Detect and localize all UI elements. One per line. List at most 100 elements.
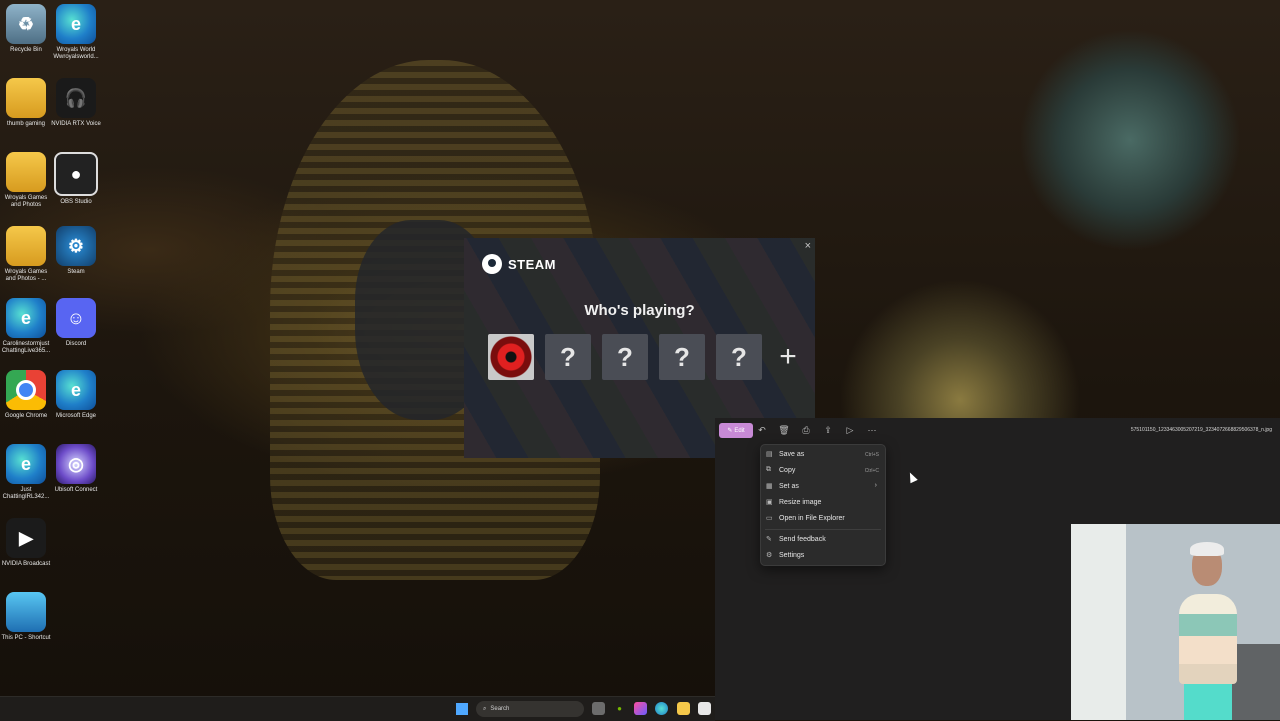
discord-icon: ☺ (56, 298, 96, 338)
edge-icon[interactable] (655, 702, 668, 715)
desktop-icon-label: Wroyals Games and Photos - ... (4, 269, 48, 282)
steam-logo-icon (482, 254, 502, 274)
webcam-person (1184, 679, 1232, 720)
profile-slot-unknown[interactable]: ? (659, 334, 705, 380)
desktop-icon-ubisoft-connect[interactable]: ◎ Ubisoft Connect (50, 444, 102, 494)
desktop-icon-edge-link-3[interactable]: e Just ChattingIRL342... (0, 444, 52, 501)
desktop-icon-label: NVIDIA RTX Voice (51, 121, 101, 127)
menu-item-shortcut: Ctrl+C (864, 468, 879, 474)
share-icon[interactable]: ⇪ (821, 423, 835, 437)
webcam-person (1190, 542, 1224, 556)
task-view-icon[interactable] (592, 702, 605, 715)
feedback-icon: ✎ (766, 536, 772, 543)
edge-icon: e (56, 4, 96, 44)
save-icon: ▤ (766, 451, 773, 458)
menu-item-label: Save as (779, 451, 805, 458)
more-options-icon[interactable]: ⋯ (865, 423, 879, 437)
menu-item-open-in-file-explorer[interactable]: ▭ Open in File Explorer (761, 512, 885, 526)
obs-icon: ● (54, 152, 98, 196)
desktop-icon-label: Discord (65, 341, 87, 347)
desktop-icon-label: Carolinestormjust ChattingLive365... (1, 341, 51, 354)
profile-slot-unknown[interactable]: ? (602, 334, 648, 380)
menu-item-label: Settings (779, 552, 805, 559)
steam-brand-text: STEAM (508, 256, 556, 272)
menu-separator (765, 529, 881, 530)
copy-icon: ⧉ (766, 466, 771, 473)
desktop-icon-label: Google Chrome (4, 413, 48, 419)
monitor-icon (6, 592, 46, 632)
nvidia-broadcast-icon: ▶ (6, 518, 46, 558)
edit-button[interactable]: ✎ Edit (719, 423, 753, 438)
close-icon[interactable]: × (805, 240, 811, 252)
desktop-icon-this-pc[interactable]: This PC - Shortcut (0, 592, 52, 642)
menu-item-label: Set as (779, 483, 799, 490)
desktop-icon-edge-link[interactable]: e Wroyals World Wwroyalsworld... (50, 4, 102, 61)
file-explorer-icon[interactable] (677, 702, 690, 715)
desktop-icon-label: Ubisoft Connect (54, 487, 98, 493)
chevron-right-icon: › (874, 482, 877, 489)
taskbar-search[interactable]: ⌕ Search (476, 701, 584, 717)
desktop-icon-discord[interactable]: ☺ Discord (50, 298, 102, 348)
slideshow-icon[interactable]: ▷ (843, 423, 857, 437)
desktop-icon-recycle-bin[interactable]: ♻ Recycle Bin (0, 4, 52, 54)
menu-item-label: Open in File Explorer (779, 515, 845, 522)
desktop-icon-nvidia-rtx-voice[interactable]: 🎧 NVIDIA RTX Voice (50, 78, 102, 128)
desktop-icon-edge-link-2[interactable]: e Carolinestormjust ChattingLive365... (0, 298, 52, 355)
menu-item-settings[interactable]: ⚙ Settings (761, 549, 885, 563)
folder-icon (6, 226, 46, 266)
steam-icon: ⚙ (56, 226, 96, 266)
edge-icon: e (56, 370, 96, 410)
resize-icon: ▣ (766, 499, 773, 506)
edit-button-label: Edit (734, 427, 745, 434)
print-icon[interactable]: ⎙ (799, 423, 813, 437)
edge-icon: e (6, 444, 46, 484)
profile-avatar-user[interactable] (488, 334, 534, 380)
desktop-icon-wroyals-games-photos[interactable]: Wroyals Games and Photos (0, 152, 52, 209)
desktop-icon-microsoft-edge[interactable]: e Microsoft Edge (50, 370, 102, 420)
desktop-icon-label: OBS Studio (60, 199, 92, 205)
desktop-icon-wroyals-games-photos-2[interactable]: Wroyals Games and Photos - ... (0, 226, 52, 283)
copilot-icon[interactable] (634, 702, 647, 715)
search-icon: ⌕ (483, 705, 487, 712)
rotate-icon[interactable]: ↶ (755, 423, 769, 437)
desktop-icon-label: Steam (67, 269, 85, 275)
menu-item-send-feedback[interactable]: ✎ Send feedback (761, 533, 885, 547)
menu-item-label: Send feedback (779, 536, 826, 543)
desktop-icon-thumb-gaming[interactable]: thumb gaming (0, 78, 52, 128)
profile-slot-unknown[interactable]: ? (545, 334, 591, 380)
steam-logo: STEAM (482, 254, 556, 274)
folder-icon (6, 152, 46, 192)
desktop-icon-nvidia-broadcast[interactable]: ▶ NVIDIA Broadcast (0, 518, 52, 568)
recycle-bin-icon: ♻ (6, 4, 46, 44)
desktop-icon-label: Wroyals Games and Photos (4, 195, 48, 208)
menu-item-copy[interactable]: ⧉ Copy Ctrl+C (761, 464, 885, 478)
delete-icon[interactable]: 🗑 (777, 423, 791, 437)
windows-start-icon[interactable] (456, 703, 468, 715)
dialog-title: Who's playing? (584, 302, 695, 319)
ubisoft-icon: ◎ (56, 444, 96, 484)
menu-item-resize-image[interactable]: ▣ Resize image (761, 496, 885, 510)
desktop-icon-label: This PC - Shortcut (1, 635, 51, 641)
desktop-icon-label: thumb gaming (6, 121, 46, 127)
menu-item-label: Resize image (779, 499, 822, 506)
desktop-icon-label: Just ChattingIRL342... (2, 487, 50, 500)
nvidia-icon[interactable]: ● (613, 702, 626, 715)
desktop-icon-google-chrome[interactable]: Google Chrome (0, 370, 52, 420)
more-options-menu: ▤ Save as Ctrl+S ⧉ Copy Ctrl+C ▦ Set as … (760, 444, 886, 566)
menu-item-save-as[interactable]: ▤ Save as Ctrl+S (761, 448, 885, 462)
set-as-icon: ▦ (766, 483, 773, 490)
profile-slot-unknown[interactable]: ? (716, 334, 762, 380)
edge-icon: e (6, 298, 46, 338)
store-icon[interactable] (698, 702, 711, 715)
gear-icon: ⚙ (766, 552, 773, 559)
menu-item-set-as[interactable]: ▦ Set as › (761, 480, 885, 494)
desktop-icon-obs-studio[interactable]: ● OBS Studio (50, 152, 102, 206)
search-placeholder: Search (490, 706, 510, 712)
desktop-icon-label: Wroyals World Wwroyalsworld... (53, 47, 99, 60)
webcam-overlay (1071, 524, 1280, 720)
desktop-icon-label: Recycle Bin (10, 47, 42, 53)
edit-icon: ✎ (727, 428, 733, 434)
add-profile-button[interactable]: + (773, 334, 803, 380)
desktop-icon-label: NVIDIA Broadcast (1, 561, 51, 567)
desktop-icon-steam[interactable]: ⚙ Steam (50, 226, 102, 276)
